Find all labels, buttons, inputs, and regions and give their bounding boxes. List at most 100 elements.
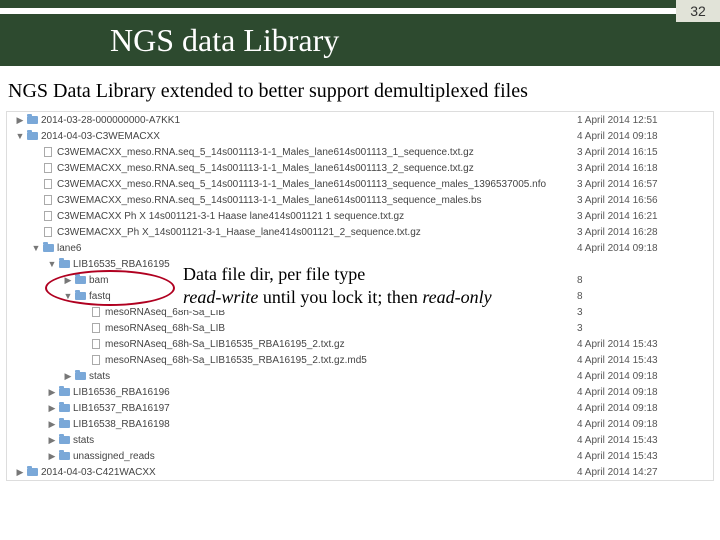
file-icon	[41, 179, 55, 189]
file-icon	[89, 323, 103, 333]
tree-folder-row[interactable]: ▶ stats4 April 2014 15:43	[7, 432, 713, 448]
tree-folder-row[interactable]: ▶ LIB16536_RBA161964 April 2014 09:18	[7, 384, 713, 400]
title-band: NGS data Library	[0, 14, 720, 66]
item-name: 2014-04-03-C3WEMACXX	[41, 131, 577, 142]
item-date: 4 April 2014 09:18	[577, 387, 707, 398]
item-date: 4 April 2014 09:18	[577, 419, 707, 430]
tree-file-row[interactable]: C3WEMACXX_meso.RNA.seq_5_14s001113-1-1_M…	[7, 160, 713, 176]
file-icon	[41, 211, 55, 221]
disclosure-arrow-icon[interactable]: ▶	[47, 403, 57, 414]
file-icon	[89, 339, 103, 349]
item-name: LIB16538_RBA16198	[73, 419, 577, 430]
tree-folder-row[interactable]: ▶ unassigned_reads4 April 2014 15:43	[7, 448, 713, 464]
item-date: 4 April 2014 09:18	[577, 371, 707, 382]
item-date: 3 April 2014 16:56	[577, 195, 707, 206]
folder-icon	[57, 420, 71, 428]
item-name: C3WEMACXX_meso.RNA.seq_5_14s001113-1-1_M…	[57, 195, 577, 206]
item-date: 8	[577, 275, 707, 286]
tree-folder-row[interactable]: ▼lane64 April 2014 09:18	[7, 240, 713, 256]
tree-file-row[interactable]: mesoRNAseq_68h-Sa_LIB16535_RBA16195_2.tx…	[7, 336, 713, 352]
item-date: 3	[577, 323, 707, 334]
tree-folder-row[interactable]: ▶ 2014-04-03-C421WACXX4 April 2014 14:27	[7, 464, 713, 480]
folder-icon	[57, 404, 71, 412]
folder-icon	[57, 388, 71, 396]
item-date: 3 April 2014 16:18	[577, 163, 707, 174]
tree-folder-row[interactable]: ▼ 2014-04-03-C3WEMACXX4 April 2014 09:18	[7, 128, 713, 144]
folder-icon	[41, 244, 55, 252]
item-name: C3WEMACXX_meso.RNA.seq_5_14s001113-1-1_M…	[57, 179, 577, 190]
red-circle-highlight	[45, 270, 175, 306]
item-name: mesoRNAseq_68h-Sa_LIB	[105, 323, 577, 334]
item-date: 4 April 2014 09:18	[577, 131, 707, 142]
item-name: mesoRNAseq_68h-Sa_LIB16535_RBA16195_2.tx…	[105, 355, 577, 366]
item-date: 4 April 2014 15:43	[577, 339, 707, 350]
item-name: 2014-04-03-C421WACXX	[41, 467, 577, 478]
item-name: stats	[89, 371, 577, 382]
item-name: mesoRNAseq_68h-Sa_LIB16535_RBA16195_2.tx…	[105, 339, 577, 350]
item-name: unassigned_reads	[73, 451, 577, 462]
item-name: C3WEMACXX Ph X 14s001121-3-1 Haase lane4…	[57, 211, 577, 222]
item-name: C3WEMACXX_Ph X_14s001121-3-1_Haase_lane4…	[57, 227, 577, 238]
tree-file-row[interactable]: C3WEMACXX_meso.RNA.seq_5_14s001113-1-1_M…	[7, 176, 713, 192]
folder-icon	[25, 132, 39, 140]
item-name: LIB16536_RBA16196	[73, 387, 577, 398]
folder-icon	[57, 260, 71, 268]
tree-folder-row[interactable]: ▶ 2014-03-28-000000000-A7KK11 April 2014 …	[7, 112, 713, 128]
item-date: 1 April 2014 12:51	[577, 115, 707, 126]
item-date: 3 April 2014 16:21	[577, 211, 707, 222]
annotation-box: Data file dir, per file type read-write …	[177, 261, 537, 310]
item-name: lane6	[57, 243, 577, 254]
slide-subtitle: NGS Data Library extended to better supp…	[8, 80, 720, 103]
item-name: C3WEMACXX_meso.RNA.seq_5_14s001113-1-1_M…	[57, 163, 577, 174]
item-date: 4 April 2014 14:27	[577, 467, 707, 478]
item-name: LIB16537_RBA16197	[73, 403, 577, 414]
slide-title: NGS data Library	[110, 22, 339, 59]
page-number: 32	[676, 0, 720, 22]
disclosure-arrow-icon[interactable]: ▶	[63, 371, 73, 382]
folder-icon	[57, 436, 71, 444]
disclosure-arrow-icon[interactable]: ▶	[15, 115, 25, 126]
folder-icon	[73, 372, 87, 380]
item-name: 2014-03-28-000000000-A7KK1	[41, 115, 577, 126]
item-name: stats	[73, 435, 577, 446]
item-date: 4 April 2014 15:43	[577, 435, 707, 446]
item-date: 3 April 2014 16:15	[577, 147, 707, 158]
top-accent-bar	[0, 0, 720, 8]
disclosure-arrow-icon[interactable]: ▼	[15, 131, 25, 141]
folder-icon	[57, 452, 71, 460]
annotation-line2: read-write until you lock it; then read-…	[183, 286, 531, 309]
file-icon	[89, 307, 103, 317]
tree-file-row[interactable]: mesoRNAseq_68h-Sa_LIB3	[7, 320, 713, 336]
tree-folder-row[interactable]: ▶ LIB16537_RBA161974 April 2014 09:18	[7, 400, 713, 416]
file-icon	[89, 355, 103, 365]
tree-file-row[interactable]: C3WEMACXX_Ph X_14s001121-3-1_Haase_lane4…	[7, 224, 713, 240]
tree-file-row[interactable]: C3WEMACXX Ph X 14s001121-3-1 Haase lane4…	[7, 208, 713, 224]
tree-folder-row[interactable]: ▶ stats4 April 2014 09:18	[7, 368, 713, 384]
tree-file-row[interactable]: C3WEMACXX_meso.RNA.seq_5_14s001113-1-1_M…	[7, 144, 713, 160]
file-icon	[41, 227, 55, 237]
disclosure-arrow-icon[interactable]: ▶	[47, 387, 57, 398]
disclosure-arrow-icon[interactable]: ▶	[47, 451, 57, 462]
tree-folder-row[interactable]: ▶ LIB16538_RBA161984 April 2014 09:18	[7, 416, 713, 432]
item-date: 4 April 2014 15:43	[577, 355, 707, 366]
item-date: 3 April 2014 16:28	[577, 227, 707, 238]
item-date: 4 April 2014 09:18	[577, 403, 707, 414]
tree-file-row[interactable]: C3WEMACXX_meso.RNA.seq_5_14s001113-1-1_M…	[7, 192, 713, 208]
file-icon	[41, 195, 55, 205]
item-date: 3	[577, 307, 707, 318]
annotation-line1: Data file dir, per file type	[183, 263, 531, 286]
file-icon	[41, 163, 55, 173]
folder-icon	[25, 468, 39, 476]
tree-file-row[interactable]: mesoRNAseq_68h-Sa_LIB16535_RBA16195_2.tx…	[7, 352, 713, 368]
item-name: C3WEMACXX_meso.RNA.seq_5_14s001113-1-1_M…	[57, 147, 577, 158]
item-date: 4 April 2014 15:43	[577, 451, 707, 462]
disclosure-arrow-icon[interactable]: ▼	[31, 243, 41, 253]
file-browser: ▶ 2014-03-28-000000000-A7KK11 April 2014 …	[6, 111, 714, 481]
item-date: 3 April 2014 16:57	[577, 179, 707, 190]
file-icon	[41, 147, 55, 157]
disclosure-arrow-icon[interactable]: ▶	[47, 435, 57, 446]
disclosure-arrow-icon[interactable]: ▶	[47, 419, 57, 430]
item-date: 8	[577, 291, 707, 302]
disclosure-arrow-icon[interactable]: ▼	[47, 259, 57, 269]
disclosure-arrow-icon[interactable]: ▶	[15, 467, 25, 478]
